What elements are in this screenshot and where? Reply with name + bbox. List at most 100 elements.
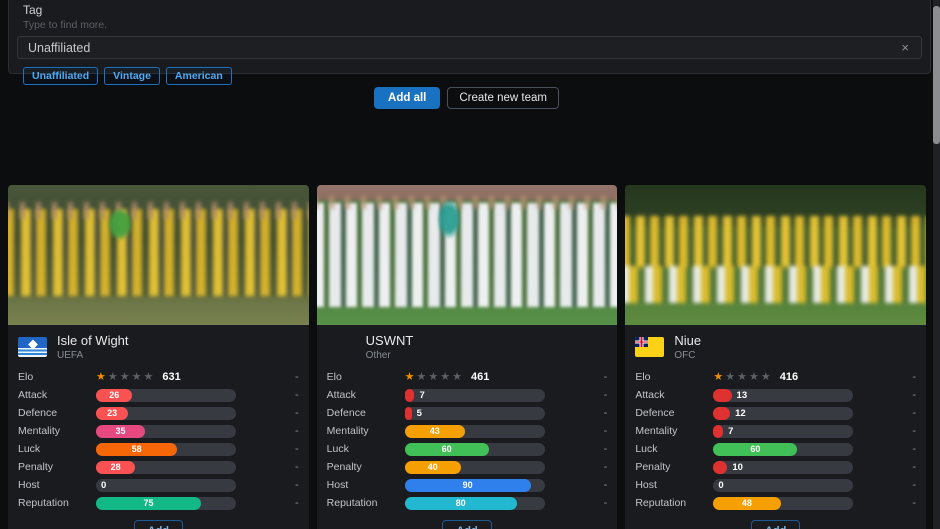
- stat-bar: 35: [96, 425, 145, 438]
- stat-label: Reputation: [327, 497, 405, 509]
- stat-value: 12: [735, 407, 746, 420]
- stat-row: Luck 60 -: [635, 440, 918, 458]
- row-dash: -: [604, 497, 610, 509]
- stat-row: Host 0 -: [635, 476, 918, 494]
- team-name: USWNT: [366, 333, 414, 348]
- tag-filter-panel: Tag Type to find more. × UnaffiliatedVin…: [8, 0, 931, 74]
- stat-label: Defence: [327, 407, 405, 419]
- stat-bar-track: 48: [713, 497, 853, 510]
- team-title-block: USWNT Other: [366, 333, 414, 361]
- stat-bar-track: 58: [96, 443, 236, 456]
- stat-value: 7: [728, 425, 733, 438]
- cards-row: Isle of Wight UEFA Elo ★★★★★631 - Attack…: [8, 185, 926, 529]
- stat-bar: [405, 389, 415, 402]
- row-dash: -: [604, 371, 610, 383]
- stat-label: Penalty: [327, 461, 405, 473]
- create-new-team-button[interactable]: Create new team: [447, 87, 559, 109]
- tag-search-input[interactable]: [28, 41, 899, 55]
- stat-bar-track: 13: [713, 389, 853, 402]
- stat-bar-track: 7: [713, 425, 853, 438]
- stat-row: Luck 60 -: [327, 440, 610, 458]
- stat-row: Penalty 28 -: [18, 458, 301, 476]
- star-filled-icon: ★: [713, 371, 723, 384]
- stat-bar-track: 90: [405, 479, 545, 492]
- stat-bar: 40: [405, 461, 461, 474]
- stat-bar-track: 75: [96, 497, 236, 510]
- team-card: Niue OFC Elo ★★★★★416 - Attack 13 - Defe…: [625, 185, 926, 529]
- tag-chip[interactable]: Unaffiliated: [23, 67, 98, 85]
- photo-players-texture-2: [8, 202, 309, 219]
- team-confederation: UEFA: [57, 350, 129, 361]
- tag-chip[interactable]: Vintage: [104, 67, 160, 85]
- stat-row: Penalty 10 -: [635, 458, 918, 476]
- team-title-block: Isle of Wight UEFA: [57, 333, 129, 361]
- team-flag-icon: [18, 337, 47, 357]
- stat-bar-track: 0: [96, 479, 236, 492]
- elo-value: 461: [471, 371, 489, 383]
- stat-label: Luck: [18, 443, 96, 455]
- row-dash: -: [604, 425, 610, 437]
- add-button-row: Add: [8, 512, 309, 529]
- stat-bar: 28: [96, 461, 135, 474]
- stat-row: Mentality 7 -: [635, 422, 918, 440]
- stat-label: Luck: [327, 443, 405, 455]
- stat-bar-track: 0: [713, 479, 853, 492]
- tag-chip[interactable]: American: [166, 67, 232, 85]
- add-team-button[interactable]: Add: [134, 520, 183, 529]
- page-scrollbar: [933, 0, 940, 529]
- photo-players-texture: [317, 203, 618, 307]
- scrollbar-thumb[interactable]: [933, 6, 940, 144]
- stat-bar-track: 60: [713, 443, 853, 456]
- star-empty-icon: ★: [452, 371, 462, 384]
- row-dash: -: [912, 389, 918, 401]
- stat-bar-track: 35: [96, 425, 236, 438]
- team-photo: [625, 185, 926, 325]
- stat-bar-track: 60: [405, 443, 545, 456]
- stat-bar: [713, 407, 730, 420]
- add-all-button[interactable]: Add all: [374, 87, 440, 109]
- stat-bar: [713, 389, 731, 402]
- team-confederation: OFC: [674, 350, 701, 361]
- stat-bar: 90: [405, 479, 531, 492]
- stat-bar: 43: [405, 425, 465, 438]
- stat-row: Luck 58 -: [18, 440, 301, 458]
- stat-label: Mentality: [18, 425, 96, 437]
- star-empty-icon: ★: [108, 371, 118, 384]
- row-dash: -: [295, 389, 301, 401]
- stat-row: Host 0 -: [18, 476, 301, 494]
- stat-bar-track: 7: [405, 389, 545, 402]
- star-empty-icon: ★: [749, 371, 759, 384]
- stat-label: Penalty: [635, 461, 713, 473]
- clear-input-icon[interactable]: ×: [899, 40, 911, 55]
- stat-bar: 75: [96, 497, 201, 510]
- stat-label: Penalty: [18, 461, 96, 473]
- elo-label: Elo: [635, 371, 713, 383]
- team-name: Isle of Wight: [57, 333, 129, 348]
- elo-row: Elo ★★★★★461 -: [327, 368, 610, 386]
- elo-star-rating: ★★★★★416: [713, 371, 853, 384]
- team-card: Isle of Wight UEFA Elo ★★★★★631 - Attack…: [8, 185, 309, 529]
- elo-label: Elo: [327, 371, 405, 383]
- stat-value: 0: [101, 479, 106, 492]
- add-team-button[interactable]: Add: [751, 520, 800, 529]
- team-flag-icon: [635, 337, 664, 357]
- stat-row: Host 90 -: [327, 476, 610, 494]
- elo-star-rating: ★★★★★631: [96, 371, 236, 384]
- elo-value: 631: [162, 371, 180, 383]
- elo-value: 416: [780, 371, 798, 383]
- stat-bar-track: 43: [405, 425, 545, 438]
- star-empty-icon: ★: [761, 371, 771, 384]
- stat-bar: 60: [713, 443, 797, 456]
- tag-field-hint: Type to find more.: [23, 19, 924, 31]
- stat-bar: 26: [96, 389, 132, 402]
- tag-field-label: Tag: [23, 3, 924, 17]
- stat-row: Reputation 48 -: [635, 494, 918, 512]
- row-dash: -: [295, 497, 301, 509]
- row-dash: -: [604, 443, 610, 455]
- row-dash: -: [604, 407, 610, 419]
- stat-label: Luck: [635, 443, 713, 455]
- add-team-button[interactable]: Add: [442, 520, 491, 529]
- stat-bar-track: 23: [96, 407, 236, 420]
- card-header: Isle of Wight UEFA: [8, 325, 309, 366]
- star-empty-icon: ★: [725, 371, 735, 384]
